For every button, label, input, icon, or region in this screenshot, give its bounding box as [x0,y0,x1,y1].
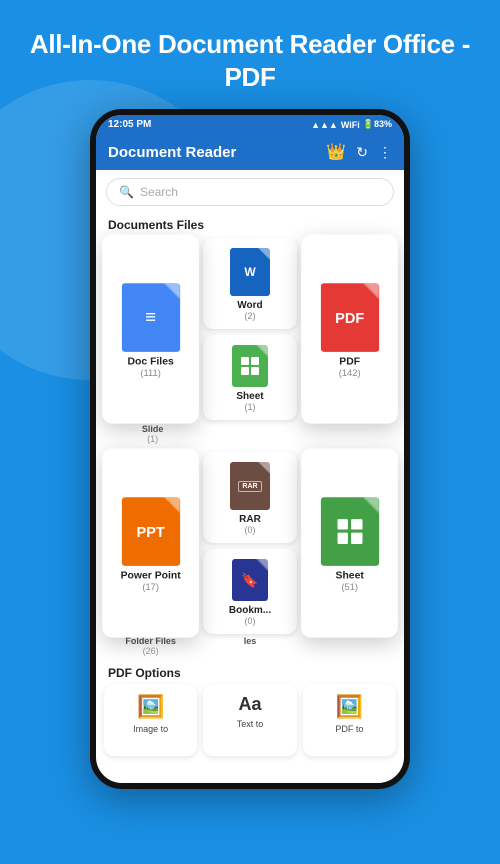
folder-label: Folder Files (26) [104,636,197,656]
sheet-large-icon-wrapper [320,497,378,566]
search-bar[interactable]: 🔍 Search [106,178,394,206]
pdf-icon-text: PDF [335,309,364,326]
status-time: 12:05 PM [108,119,151,130]
bookmark-label: Bookm... [229,605,271,616]
slide-card[interactable]: Sheet (1) [203,335,296,420]
sheet-card-icon [232,345,268,387]
doc-files-label: Doc Files [128,356,174,367]
sheet-large-card[interactable]: Sheet (51) [301,448,398,637]
sheet-small-label: Sheet [236,391,263,402]
image-to-card[interactable]: 🖼️ Image to [104,684,197,756]
ppt-icon-wrapper: PPT [122,497,180,566]
slide-count-small: (1) [104,434,201,444]
word-icon-wrapper: W [230,248,270,296]
rar-label: RAR [239,514,261,525]
sheet-large-file-icon [320,497,378,566]
ies-label: Ies [203,636,296,656]
refresh-icon[interactable]: ↻ [356,144,368,161]
power-point-card[interactable]: PPT Power Point (17) [102,448,199,637]
pdf-options-title: PDF Options [96,658,404,684]
phone-body: 12:05 PM ▲▲▲ WiFi 🔋83% Document Reader 👑… [90,109,410,789]
app-background: All-In-One Document Reader Office - PDF … [0,0,500,789]
rar-card[interactable]: RAR RAR (0) [203,452,296,543]
rar-icon-text: RAR [238,481,261,492]
more-menu-icon[interactable]: ⋮ [378,144,392,161]
text-to-card[interactable]: Aa Text to [203,684,296,756]
doc-files-icon: ≡ [122,283,180,352]
text-to-icon: Aa [238,694,261,715]
bookmark-icon-wrapper: 🔖 [232,559,268,601]
sheet-large-label: Sheet [335,570,363,581]
ppt-file-icon: PPT [122,497,180,566]
pdf-options-row: 🖼️ Image to Aa Text to 🖼️ PDF to [96,684,404,756]
sheet-inner-grid [241,357,259,375]
power-point-count: (17) [142,581,159,591]
search-placeholder: Search [140,185,178,199]
image-to-icon: 🖼️ [137,694,164,720]
wifi-icon: WiFi [341,120,360,130]
sheet-small-count: (1) [244,402,255,412]
pdf-label: PDF [339,356,360,367]
text-to-label: Text to [237,719,264,729]
sheet-large-count: (51) [341,581,358,591]
status-bar: 12:05 PM ▲▲▲ WiFi 🔋83% [96,115,404,134]
rar-file-icon: RAR [230,462,270,510]
pdf-count: (142) [338,367,360,377]
pdf-to-icon: 🖼️ [336,694,363,720]
ppt-icon-text: PPT [136,523,164,540]
slide-icon-wrapper [232,345,268,387]
word-label: Word [237,300,262,311]
bookmark-file-icon: 🔖 [232,559,268,601]
word-icon: W [230,248,270,296]
pdf-icon: PDF [320,283,378,352]
battery-icon: 🔋83% [363,119,392,130]
app-bar-title: Document Reader [108,144,318,161]
signal-icon: ▲▲▲ [311,120,338,130]
sheet-large-grid [337,519,362,544]
status-icons: ▲▲▲ WiFi 🔋83% [311,119,392,130]
search-icon: 🔍 [119,185,134,199]
app-bar: Document Reader 👑 ↻ ⋮ [96,134,404,170]
rar-count: (0) [244,525,255,535]
power-point-label: Power Point [121,570,181,581]
phone-mockup: 12:05 PM ▲▲▲ WiFi 🔋83% Document Reader 👑… [0,109,500,789]
doc-files-count: (111) [140,367,160,377]
pdf-icon-wrapper: PDF [320,283,378,352]
pdf-to-card[interactable]: 🖼️ PDF to [303,684,396,756]
image-to-label: Image to [133,724,168,734]
word-count: (2) [244,311,255,321]
app-bar-icons: 👑 ↻ ⋮ [326,142,392,162]
word-card[interactable]: W Word (2) [203,238,296,329]
crown-icon[interactable]: 👑 [326,142,346,162]
doc-files-card[interactable]: ≡ Doc Files (111) [102,234,199,423]
bookmark-card[interactable]: 🔖 Bookm... (0) [203,549,296,634]
slide-partial-row: Slide (1) [96,420,404,446]
pdf-card[interactable]: PDF PDF (142) [301,234,398,423]
rar-icon-wrapper: RAR [230,462,270,510]
doc-files-icon-wrapper: ≡ [122,283,180,352]
bookmark-count: (0) [244,616,255,626]
pdf-to-label: PDF to [335,724,363,734]
slide-label-small: Slide [104,424,201,434]
